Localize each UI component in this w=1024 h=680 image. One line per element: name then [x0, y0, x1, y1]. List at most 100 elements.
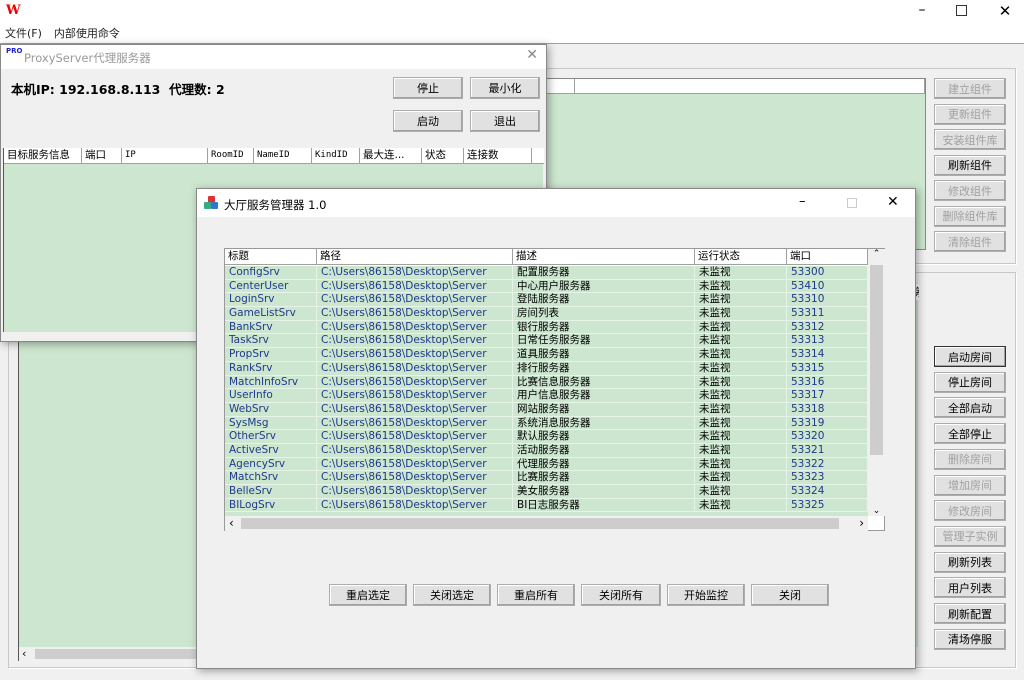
service-cell: TaskSrv	[225, 334, 317, 347]
component-button[interactable]: 更新组件	[934, 104, 1006, 125]
service-cell: 53316	[787, 376, 868, 389]
service-cell: 53314	[787, 348, 868, 361]
component-button[interactable]: 修改组件	[934, 180, 1006, 201]
service-row[interactable]: RankSrvC:\Users\86158\Desktop\Server排行服务…	[225, 362, 868, 376]
hall-action-button[interactable]: 重启所有	[497, 584, 575, 606]
menu-internal-commands[interactable]: 内部使用命令	[54, 24, 120, 43]
room-button[interactable]: 刷新配置	[934, 603, 1006, 624]
vscroll-thumb[interactable]	[870, 265, 883, 455]
hscroll-thumb[interactable]	[241, 518, 839, 529]
main-titlebar	[0, 0, 1024, 24]
service-cell: MatchInfoSrv	[225, 376, 317, 389]
service-row[interactable]: LoginSrvC:\Users\86158\Desktop\Server登陆服…	[225, 293, 868, 307]
hall-close-button[interactable]: ✕	[887, 194, 899, 210]
service-cell: 未监视	[695, 458, 787, 471]
component-button[interactable]: 刷新组件	[934, 155, 1006, 176]
hall-action-button[interactable]: 重启选定	[329, 584, 407, 606]
column-header[interactable]: IP	[122, 148, 208, 163]
menu-file[interactable]: 文件(F)	[5, 24, 42, 43]
service-cell: 中心用户服务器	[513, 280, 695, 293]
service-row[interactable]: BankSrvC:\Users\86158\Desktop\Server银行服务…	[225, 321, 868, 335]
service-cell: C:\Users\86158\Desktop\Server	[317, 348, 513, 361]
service-row[interactable]: PropSrvC:\Users\86158\Desktop\Server道具服务…	[225, 348, 868, 362]
service-row[interactable]: ActiveSrvC:\Users\86158\Desktop\Server活动…	[225, 444, 868, 458]
service-cell: 53310	[787, 293, 868, 306]
service-cell: 未监视	[695, 307, 787, 320]
proxy-start-button[interactable]: 启动	[393, 110, 463, 132]
column-header[interactable]: 运行状态	[695, 249, 787, 264]
service-cell: 网站服务器	[513, 403, 695, 416]
maximize-button[interactable]	[956, 5, 967, 16]
column-header[interactable]: 描述	[513, 249, 695, 264]
service-list-hscrollbar[interactable]: ‹ ›	[225, 516, 868, 531]
scroll-right-icon[interactable]: ›	[859, 516, 864, 530]
room-button[interactable]: 增加房间	[934, 475, 1006, 496]
component-button[interactable]: 清除组件	[934, 231, 1006, 252]
column-header[interactable]: 状态	[422, 148, 464, 163]
service-cell: 未监视	[695, 348, 787, 361]
room-button[interactable]: 用户列表	[934, 577, 1006, 598]
service-row[interactable]: MatchInfoSrvC:\Users\86158\Desktop\Serve…	[225, 376, 868, 390]
column-header[interactable]: 标题	[225, 249, 317, 264]
hall-action-button[interactable]: 关闭选定	[413, 584, 491, 606]
proxy-close-icon[interactable]: ✕	[526, 47, 538, 63]
service-rows: ConfigSrvC:\Users\86158\Desktop\Server配置…	[225, 266, 868, 516]
scroll-up-icon[interactable]: ⌃	[868, 249, 885, 259]
scroll-down-icon[interactable]: ⌄	[868, 506, 885, 516]
hall-action-button[interactable]: 开始监控	[667, 584, 745, 606]
service-cell: 53319	[787, 417, 868, 430]
service-row[interactable]: GameListSrvC:\Users\86158\Desktop\Server…	[225, 307, 868, 321]
room-button[interactable]: 清场停服	[934, 629, 1006, 650]
service-row[interactable]: WebSrvC:\Users\86158\Desktop\Server网站服务器…	[225, 403, 868, 417]
service-cell: 未监视	[695, 376, 787, 389]
column-header[interactable]: 目标服务信息	[4, 148, 82, 163]
component-button[interactable]: 删除组件库	[934, 206, 1006, 227]
room-button[interactable]: 全部停止	[934, 423, 1006, 444]
service-row[interactable]: CenterUserC:\Users\86158\Desktop\Server中…	[225, 280, 868, 294]
service-list[interactable]: 标题路径描述运行状态端口 ConfigSrvC:\Users\86158\Des…	[224, 248, 885, 531]
service-row[interactable]: SysMsgC:\Users\86158\Desktop\Server系统消息服…	[225, 417, 868, 431]
proxy-stop-button[interactable]: 停止	[393, 77, 463, 99]
service-row[interactable]: MatchSrvC:\Users\86158\Desktop\Server比赛服…	[225, 471, 868, 485]
close-button[interactable]: ✕	[996, 0, 1014, 22]
room-button[interactable]: 删除房间	[934, 449, 1006, 470]
room-button[interactable]: 停止房间	[934, 372, 1006, 393]
service-cell: 53324	[787, 485, 868, 498]
service-row[interactable]: OtherSrvC:\Users\86158\Desktop\Server默认服…	[225, 430, 868, 444]
service-row[interactable]: BelleSrvC:\Users\86158\Desktop\Server美女服…	[225, 485, 868, 499]
column-header[interactable]: RoomID	[208, 148, 254, 163]
service-cell: SysMsg	[225, 417, 317, 430]
service-list-vscrollbar[interactable]: ⌃ ⌄	[868, 249, 885, 516]
room-button[interactable]: 管理子实例	[934, 526, 1006, 547]
hall-minimize-button[interactable]: –	[799, 194, 806, 209]
hall-action-button[interactable]: 关闭所有	[581, 584, 661, 606]
column-header[interactable]: 路径	[317, 249, 513, 264]
column-header[interactable]: 最大连...	[360, 148, 422, 163]
column-header[interactable]: 连接数	[464, 148, 532, 163]
room-button[interactable]: 启动房间	[934, 346, 1006, 367]
service-row[interactable]: ConfigSrvC:\Users\86158\Desktop\Server配置…	[225, 266, 868, 280]
column-header[interactable]: 端口	[82, 148, 122, 163]
room-button[interactable]: 刷新列表	[934, 552, 1006, 573]
column-header[interactable]: KindID	[312, 148, 360, 163]
component-button[interactable]: 安装组件库	[934, 129, 1006, 150]
service-row[interactable]: TaskSrvC:\Users\86158\Desktop\Server日常任务…	[225, 334, 868, 348]
service-cell: 排行服务器	[513, 362, 695, 375]
service-cell: 默认服务器	[513, 430, 695, 443]
room-button[interactable]: 全部启动	[934, 397, 1006, 418]
service-cell: 未监视	[695, 499, 787, 512]
column-header[interactable]: NameID	[254, 148, 312, 163]
minimize-button[interactable]: –	[912, 0, 932, 22]
proxy-minimize-button[interactable]: 最小化	[470, 77, 540, 99]
service-row[interactable]: UserInfoC:\Users\86158\Desktop\Server用户信…	[225, 389, 868, 403]
proxy-exit-button[interactable]: 退出	[470, 110, 540, 132]
service-row[interactable]: AgencySrvC:\Users\86158\Desktop\Server代理…	[225, 458, 868, 472]
service-cell: 53321	[787, 444, 868, 457]
hall-action-button[interactable]: 关闭	[751, 584, 829, 606]
scroll-left-icon[interactable]: ‹	[229, 516, 234, 530]
column-header[interactable]: 端口	[787, 249, 868, 264]
component-button[interactable]: 建立组件	[934, 78, 1006, 99]
room-button[interactable]: 修改房间	[934, 500, 1006, 521]
service-row[interactable]: BILogSrvC:\Users\86158\Desktop\ServerBI日…	[225, 499, 868, 513]
scroll-left-icon[interactable]: ‹	[22, 647, 26, 661]
